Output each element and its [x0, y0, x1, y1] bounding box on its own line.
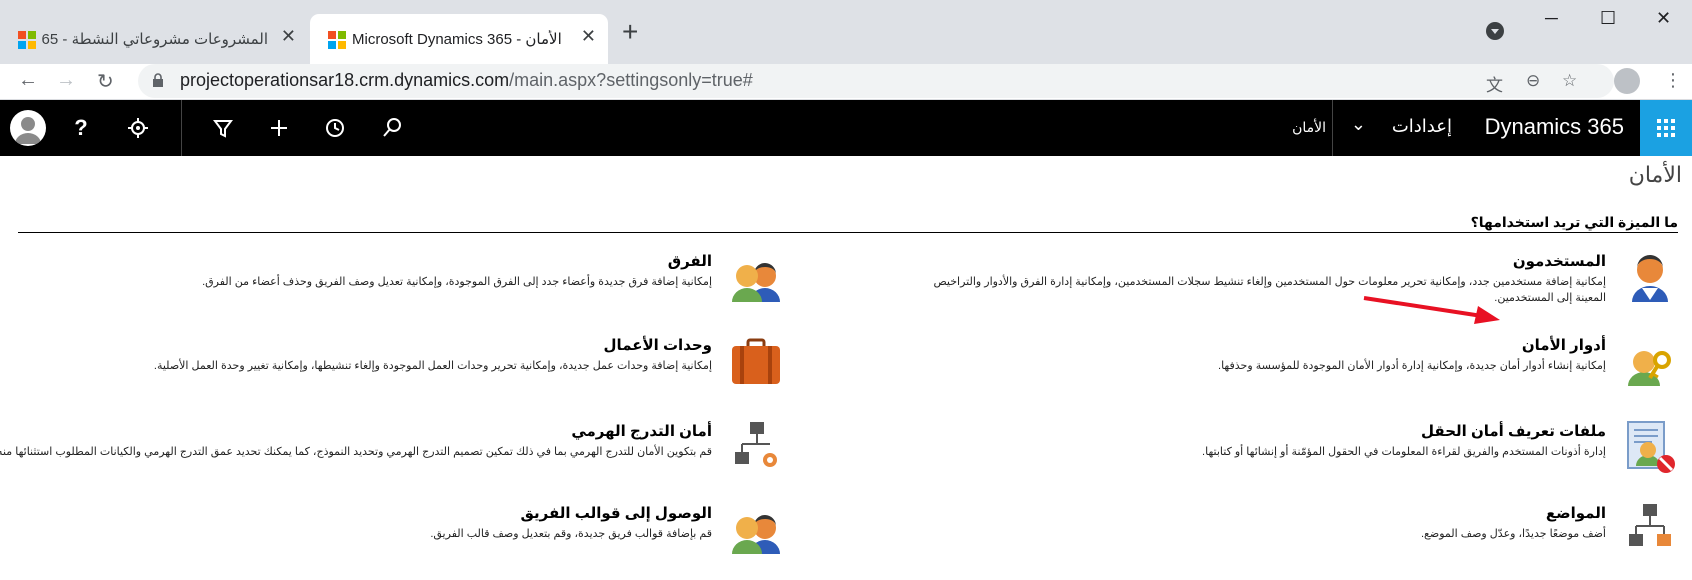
- chevron-down-icon[interactable]: ⌄: [1351, 114, 1366, 135]
- feature-security-roles[interactable]: أدوار الأمان إمكانية إنشاء أدوار أمان جد…: [858, 332, 1678, 412]
- field-security-icon: [1627, 421, 1675, 473]
- hierarchy-security-icon: [735, 422, 777, 467]
- browser-tab-security[interactable]: الأمان - Microsoft Dynamics 365 ✕: [310, 14, 608, 64]
- divider: [18, 232, 1678, 233]
- filter-icon[interactable]: [209, 114, 237, 142]
- briefcase-icon: [732, 338, 780, 384]
- lock-icon: [153, 73, 163, 87]
- feature-description: إمكانية إضافة فرق جديدة وأعضاء جدد إلى ا…: [202, 276, 712, 288]
- browser-tab-projects[interactable]: المشروعات مشروعاتي النشطة - 365 ✕: [0, 14, 308, 64]
- feature-title[interactable]: الفرق: [668, 252, 712, 270]
- security-role-icon: [1628, 351, 1671, 386]
- tab-title: المشروعات مشروعاتي النشطة - 365: [42, 31, 268, 48]
- translate-icon[interactable]: 文: [1486, 71, 1503, 96]
- feature-users[interactable]: المستخدمون إمكانية إضافة مستخدمين جدد، و…: [858, 248, 1678, 328]
- close-tab-icon[interactable]: ✕: [581, 26, 596, 47]
- zoom-icon[interactable]: ⊖: [1526, 71, 1540, 91]
- browser-menu-icon[interactable]: ⋮: [1664, 70, 1682, 91]
- annotation-arrow-icon: [1363, 296, 1500, 324]
- feature-positions[interactable]: المواضع أضف موضعًا جديدًا، وعدّل وصف الم…: [858, 500, 1678, 580]
- feature-title[interactable]: أدوار الأمان: [1522, 336, 1606, 354]
- feature-title[interactable]: المواضع: [1546, 504, 1606, 522]
- browser-profile-icon[interactable]: [1614, 68, 1640, 94]
- url-text: projectoperationsar18.crm.dynamics.com/m…: [180, 70, 753, 91]
- new-tab-icon[interactable]: +: [622, 18, 638, 46]
- feature-description: إمكانية إضافة وحدات عمل جديدة، وإمكانية …: [153, 360, 712, 372]
- user-icon: [1632, 255, 1668, 302]
- section-heading: ما الميزة التي تريد استخدامها؟: [1470, 214, 1678, 230]
- divider: [181, 100, 182, 156]
- feature-teams[interactable]: الفرق إمكانية إضافة فرق جديدة وأعضاء جدد…: [0, 248, 784, 328]
- brand-title[interactable]: Dynamics 365: [1485, 114, 1624, 140]
- tab-title: الأمان - Microsoft Dynamics 365: [352, 31, 562, 48]
- feature-field-security-profiles[interactable]: ملفات تعريف أمان الحقل إدارة أذونات المس…: [858, 418, 1678, 498]
- search-icon[interactable]: [378, 114, 406, 142]
- url-field[interactable]: projectoperationsar18.crm.dynamics.com/m…: [138, 64, 1614, 98]
- user-silhouette-icon: [15, 117, 41, 144]
- positions-icon: [1629, 504, 1671, 546]
- maximize-icon[interactable]: ☐: [1600, 8, 1616, 29]
- tab-search-icon[interactable]: [1486, 22, 1504, 40]
- feature-title[interactable]: المستخدمون: [1513, 252, 1606, 270]
- url-host: projectoperationsar18.crm.dynamics.com: [180, 70, 510, 90]
- area-name[interactable]: إعدادات: [1392, 116, 1452, 137]
- app-launcher-button[interactable]: [1640, 100, 1692, 156]
- feature-description: قم بتكوين الأمان للتدرج الهرمي بما في ذل…: [0, 446, 712, 458]
- address-bar: ← → ↻ projectoperationsar18.crm.dynamics…: [0, 64, 1692, 100]
- add-icon[interactable]: [265, 114, 293, 142]
- history-icon[interactable]: [321, 114, 349, 142]
- bookmark-star-icon[interactable]: ☆: [1562, 71, 1577, 91]
- feature-title[interactable]: وحدات الأعمال: [604, 336, 712, 354]
- back-icon[interactable]: ←: [18, 69, 38, 92]
- feature-team-templates[interactable]: الوصول إلى قوالب الفريق قم بإضافة قوالب …: [0, 500, 784, 580]
- feature-title[interactable]: الوصول إلى قوالب الفريق: [521, 504, 712, 522]
- team-template-icon: [732, 515, 780, 554]
- minimize-icon[interactable]: ─: [1545, 8, 1558, 29]
- feature-description: قم بإضافة قوالب فريق جديدة، وقم بتعديل و…: [430, 528, 712, 540]
- help-icon[interactable]: ?: [67, 114, 95, 142]
- security-settings-page: الأمان ما الميزة التي تريد استخدامها؟ ال…: [0, 156, 1692, 560]
- close-tab-icon[interactable]: ✕: [281, 26, 296, 47]
- app-header: Dynamics 365 إعدادات ⌄ الأمان ?: [0, 100, 1692, 156]
- divider: [1332, 100, 1333, 156]
- feature-description: أضف موضعًا جديدًا، وعدّل وصف الموضع.: [1420, 528, 1606, 540]
- team-icon: [732, 263, 780, 302]
- feature-description: إدارة أذونات المستخدم والفريق لقراءة الم…: [1202, 446, 1606, 458]
- feature-description: إمكانية إنشاء أدوار أمان جديدة، وإمكانية…: [1218, 360, 1606, 372]
- url-path: /main.aspx?settingsonly=true#: [509, 70, 753, 90]
- feature-title[interactable]: ملفات تعريف أمان الحقل: [1421, 422, 1606, 440]
- feature-hierarchy-security[interactable]: أمان التدرج الهرمي قم بتكوين الأمان للتد…: [0, 418, 784, 498]
- microsoft-logo-icon: [328, 31, 346, 49]
- microsoft-logo-icon: [18, 31, 36, 49]
- forward-icon[interactable]: →: [56, 69, 76, 92]
- user-avatar[interactable]: [10, 110, 46, 146]
- settings-icon[interactable]: [124, 114, 152, 142]
- page-title: الأمان: [1628, 162, 1682, 187]
- feature-business-units[interactable]: وحدات الأعمال إمكانية إضافة وحدات عمل جد…: [0, 332, 784, 412]
- reload-icon[interactable]: ↻: [97, 69, 114, 94]
- feature-title[interactable]: أمان التدرج الهرمي: [571, 422, 712, 440]
- waffle-icon: [1657, 119, 1675, 137]
- window-close-icon[interactable]: ✕: [1656, 8, 1671, 29]
- breadcrumb[interactable]: الأمان: [1292, 119, 1326, 136]
- browser-tab-bar: المشروعات مشروعاتي النشطة - 365 ✕ الأمان…: [0, 0, 1692, 64]
